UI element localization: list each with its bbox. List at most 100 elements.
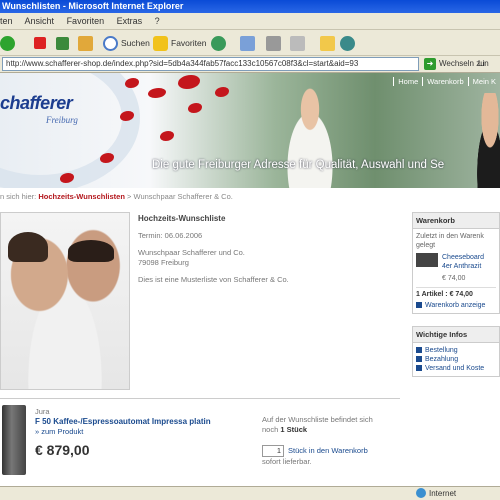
logo-swirl [0, 73, 140, 188]
links-label[interactable]: Lin [478, 57, 489, 71]
messenger-icon [340, 35, 355, 51]
groom-photo [470, 93, 500, 188]
forward-button[interactable] [0, 34, 18, 52]
menu-tools[interactable]: Extras [117, 16, 143, 26]
refresh-icon [56, 36, 69, 50]
edit-icon [290, 35, 305, 51]
wishlist-date: Termin: 06.06.2006 [138, 231, 203, 240]
info-label: Bestellung [425, 347, 458, 354]
wish-count: 1 Stück [280, 425, 308, 434]
info-box: Wichtige Infos Bestellung Bezahlung Vers… [412, 326, 500, 377]
shop-logo[interactable]: chafferer [0, 93, 73, 114]
mail-icon [240, 35, 255, 51]
address-input[interactable]: http://www.schafferer-shop.de/index.php?… [2, 57, 419, 71]
espresso-machine-image[interactable] [2, 405, 26, 475]
rose-petal [160, 131, 174, 141]
quantity-input[interactable]: 1 [262, 445, 284, 457]
folder-icon [320, 35, 335, 51]
edit-button[interactable] [290, 34, 308, 52]
banner-slogan: Die gute Freiburger Adresse für Qualität… [152, 159, 445, 171]
refresh-button[interactable] [56, 34, 72, 52]
home-icon [78, 35, 93, 51]
shop-logo-subtitle: Freiburg [46, 115, 78, 125]
nav-cart[interactable]: Warenkorb [422, 77, 467, 86]
menu-help[interactable]: ? [155, 16, 160, 26]
cart-show-label: Warenkorb anzeige [425, 302, 486, 309]
bullet-icon [416, 356, 422, 363]
product-link[interactable]: » zum Produkt [35, 427, 211, 437]
info-title: Wichtige Infos [413, 327, 499, 343]
info-link-payment[interactable]: Bezahlung [416, 355, 496, 364]
search-label: Suchen [121, 38, 150, 48]
nav-account[interactable]: Mein K [467, 77, 500, 86]
info-link-order[interactable]: Bestellung [416, 346, 496, 355]
bullet-icon [416, 302, 422, 309]
cheeseboard-thumbnail[interactable] [416, 253, 438, 267]
rose-petal [178, 75, 200, 89]
menu-file[interactable]: ten [0, 16, 13, 26]
product-name[interactable]: F 50 Kaffee-/Espressoautomat Impressa pl… [35, 417, 211, 427]
nav-home[interactable]: Home [393, 77, 422, 86]
cart-recent-line-2: gelegt [416, 242, 436, 249]
banner-nav: Home Warenkorb Mein K [393, 77, 500, 86]
wishlist-note: Dies ist eine Musterliste von Schafferer… [138, 275, 289, 284]
forward-icon [0, 35, 15, 51]
rose-petal [188, 103, 202, 113]
menu-bar: ten Ansicht Favoriten Extras ? [0, 13, 500, 30]
folder-button[interactable] [320, 34, 338, 52]
wishlist-title: Hochzeits-Wunschliste [138, 214, 226, 223]
cart-show-link[interactable]: Warenkorb anzeige [416, 301, 496, 310]
search-icon [103, 35, 118, 51]
product-divider [0, 398, 400, 399]
header-banner: chafferer Freiburg Home Warenkorb Mein K… [0, 73, 500, 188]
mail-button[interactable] [240, 34, 258, 52]
cart-item-name-2[interactable]: 4er Anthrazit [442, 262, 484, 271]
cart-box: Warenkorb Zuletzt in den Warenk gelegt C… [412, 212, 500, 314]
wishlist-city: 79098 Freiburg [138, 258, 189, 267]
cart-recent-line-1: Zuletzt in den Warenk [416, 233, 484, 240]
info-label: Bezahlung [425, 356, 459, 363]
search-button[interactable]: Suchen [103, 34, 150, 52]
history-icon [211, 35, 226, 51]
window-titlebar: Wunschlisten - Microsoft Internet Explor… [0, 0, 500, 13]
status-bar: Internet [0, 486, 500, 500]
cart-item-name-1[interactable]: Cheeseboard [442, 253, 484, 262]
menu-view[interactable]: Ansicht [25, 16, 55, 26]
product-price: € 879,00 [35, 442, 90, 458]
browser-toolbar: Suchen Favoriten [0, 30, 500, 56]
bullet-icon [416, 365, 422, 372]
wish-text-1: Auf der Wunschliste befindet sich [262, 415, 373, 424]
product-brand: Jura [35, 407, 50, 416]
breadcrumb: n sich hier: Hochzeits-Wunschlisten > Wu… [0, 192, 233, 201]
star-icon [153, 35, 168, 51]
wishlist-info: Hochzeits-Wunschliste Termin: 06.06.2006… [138, 214, 289, 285]
bullet-icon [416, 347, 422, 354]
couple-photo-detail [8, 232, 48, 262]
cart-title: Warenkorb [413, 213, 499, 229]
info-label: Versand und Koste [425, 365, 485, 372]
breadcrumb-separator: > [127, 192, 132, 201]
go-arrow-icon: ➜ [424, 58, 436, 70]
print-icon [266, 35, 281, 51]
breadcrumb-link[interactable]: Hochzeits-Wunschlisten [38, 192, 125, 201]
favorites-button[interactable]: Favoriten [153, 34, 206, 52]
info-link-shipping[interactable]: Versand und Koste [416, 364, 496, 373]
bride-photo [275, 83, 345, 188]
zone-label: Internet [429, 488, 457, 498]
window-title: Wunschlisten - Microsoft Internet Explor… [2, 1, 184, 11]
stop-button[interactable] [34, 34, 49, 52]
add-to-cart-link[interactable]: Stück in den Warenkorb [288, 446, 368, 456]
wish-text-2: noch [262, 425, 279, 434]
go-button[interactable]: ➜ Wechseln zu [424, 57, 485, 71]
cart-summary: 1 Artikel : € 74,00 [416, 291, 473, 298]
menu-favorites[interactable]: Favoriten [67, 16, 105, 26]
rose-petal [215, 87, 229, 97]
product-link-label: zum Produkt [41, 427, 84, 436]
print-button[interactable] [266, 34, 284, 52]
rose-petal [125, 78, 139, 88]
home-button[interactable] [78, 34, 96, 52]
history-button[interactable] [211, 34, 229, 52]
globe-icon [416, 488, 426, 498]
delivery-status: sofort lieferbar. [262, 457, 312, 466]
messenger-button[interactable] [340, 34, 358, 52]
